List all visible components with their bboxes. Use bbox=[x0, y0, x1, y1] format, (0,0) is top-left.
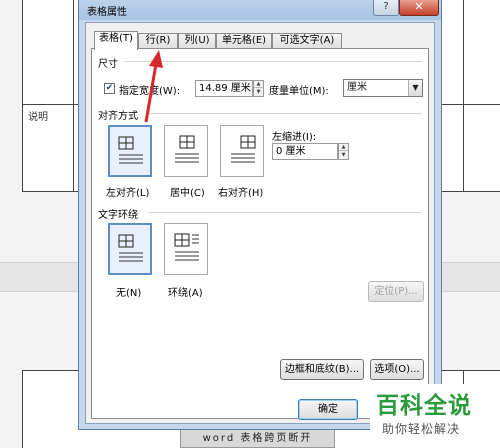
watermark-subtitle: 助你轻松解决 bbox=[382, 422, 461, 436]
watermark-title: 百科全说 bbox=[376, 393, 472, 419]
tab-table[interactable]: 表格(T) bbox=[94, 31, 138, 50]
watermark: 百科全说 助你轻松解决 bbox=[370, 384, 500, 448]
annotation-arrow-icon bbox=[144, 50, 163, 123]
